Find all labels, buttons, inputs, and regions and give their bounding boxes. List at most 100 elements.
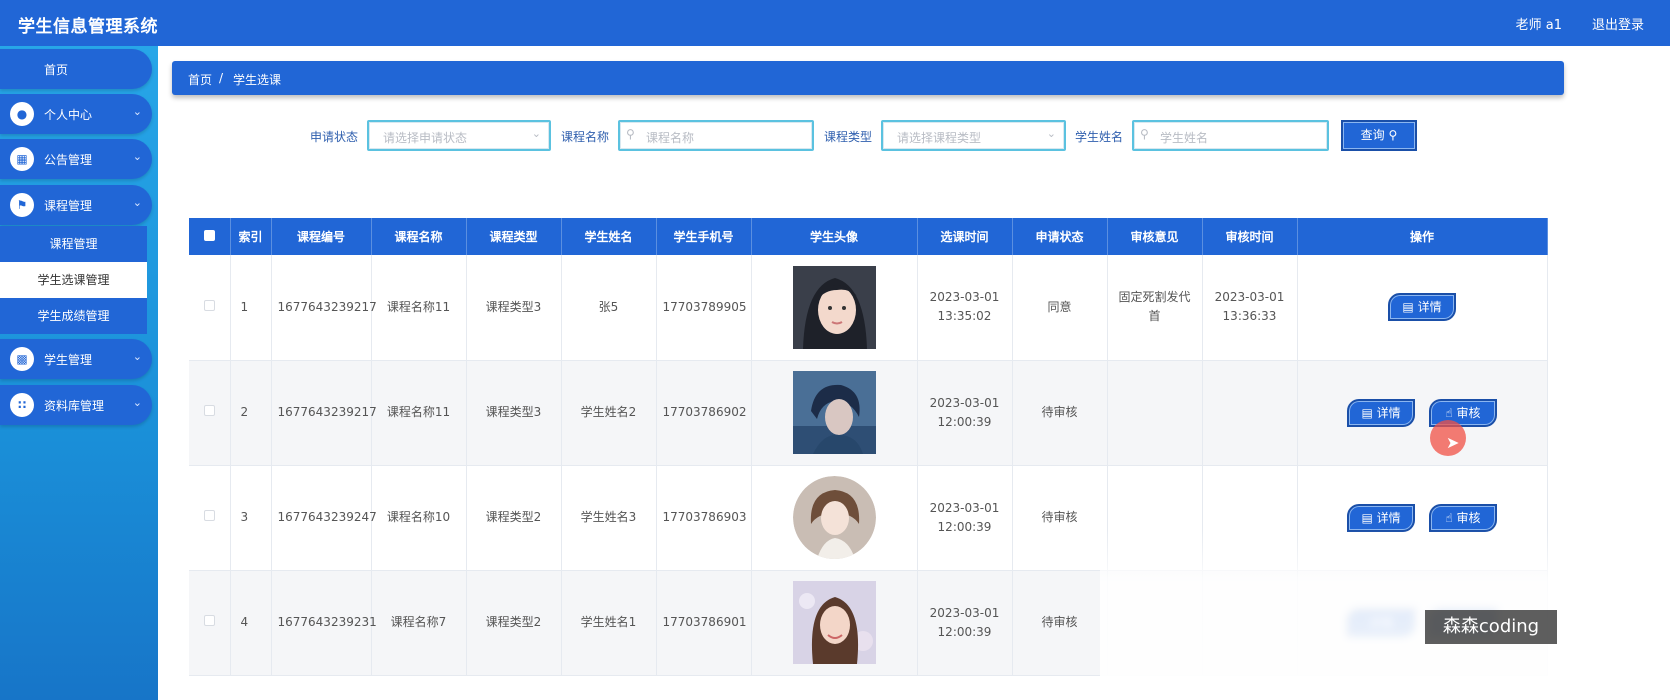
- student-name-placeholder: 学生姓名: [1160, 131, 1209, 145]
- phone-cell: 17703786901: [656, 570, 752, 676]
- thumbs-up-icon: ☝: [1445, 510, 1457, 525]
- sidebar-item-notice[interactable]: ▦ 公告管理 ⌄: [0, 139, 152, 179]
- detail-button[interactable]: ▤ 详情: [1388, 293, 1456, 322]
- search-icon: ⚲: [1388, 128, 1398, 142]
- search-icon: ⚲: [626, 127, 635, 141]
- status-select-placeholder: 请选择申请状态: [383, 131, 468, 145]
- thumbs-up-icon: ☝: [1445, 405, 1457, 420]
- select-time-cell: 2023-03-01 12:00:39: [917, 465, 1013, 571]
- column-header: 选课时间: [917, 218, 1013, 255]
- chevron-down-icon: ⌄: [132, 196, 142, 209]
- row-checkbox[interactable]: [203, 615, 215, 626]
- sidebar-item-library[interactable]: ∷ 资料库管理 ⌄: [0, 385, 152, 425]
- sidebar-item-student[interactable]: ▩ 学生管理 ⌄: [0, 339, 152, 379]
- watermark: 森森coding: [1425, 610, 1557, 644]
- column-header: 课程编号: [271, 218, 372, 255]
- submenu-course-selection[interactable]: 学生选课管理: [0, 262, 147, 298]
- row-select-cell: [189, 255, 231, 361]
- flag-icon: ⚑: [10, 193, 34, 217]
- sidebar-item-course[interactable]: ⚑ 课程管理 ⌄: [0, 185, 152, 225]
- document-icon: ▤: [1361, 405, 1377, 420]
- sidebar-item-label: 资料库管理: [44, 399, 105, 413]
- breadcrumb-home[interactable]: 首页: [188, 71, 212, 88]
- course-type-cell: 课程类型3: [466, 360, 562, 466]
- status-cell: 待审核: [1012, 570, 1108, 676]
- table-header-row: 索引 课程编号 课程名称 课程类型 学生姓名 学生手机号 学生头像 选课时间 申…: [189, 218, 1548, 255]
- column-header: 课程类型: [466, 218, 562, 255]
- column-header: 学生头像: [751, 218, 918, 255]
- chevron-down-icon: ⌄: [132, 150, 142, 163]
- monitor-icon: ▩: [10, 347, 34, 371]
- breadcrumb: 首页 / 学生选课: [172, 61, 1564, 95]
- row-checkbox[interactable]: [203, 299, 215, 311]
- student-name-input[interactable]: ⚲ 学生姓名: [1132, 120, 1329, 151]
- query-button-label: 查询: [1360, 128, 1385, 142]
- submenu-score-manage[interactable]: 学生成绩管理: [0, 298, 147, 334]
- course-name-cell: 课程名称10: [371, 465, 467, 571]
- avatar: [792, 265, 876, 349]
- select-time-cell: 2023-03-01 13:35:02: [917, 255, 1013, 361]
- chevron-down-icon: ⌄: [1046, 127, 1056, 140]
- status-select[interactable]: 请选择申请状态 ⌄: [367, 120, 551, 151]
- avatar-cell: [751, 360, 918, 466]
- avatar-cell: [751, 570, 918, 676]
- actions-cell: ▤ 详情: [1297, 255, 1548, 361]
- row-checkbox[interactable]: [203, 405, 215, 416]
- review-button[interactable]: ☝ 审核: [1428, 503, 1497, 532]
- phone-cell: 17703789905: [656, 255, 752, 361]
- review-button-label: 审核: [1456, 510, 1481, 525]
- breadcrumb-separator: /: [219, 71, 224, 85]
- chevron-down-icon: ⌄: [531, 127, 541, 140]
- select-all-checkbox[interactable]: [203, 229, 215, 241]
- sidebar-item-home[interactable]: 首页: [0, 49, 152, 89]
- course-type-select[interactable]: 请选择课程类型 ⌄: [881, 120, 1066, 151]
- current-user[interactable]: 老师 a1: [1516, 14, 1562, 33]
- review-button-label: 审核: [1456, 405, 1481, 420]
- avatar: [792, 581, 876, 664]
- opinion-cell: [1107, 360, 1203, 466]
- index-cell: 1: [230, 255, 272, 361]
- course-code-cell: 1677643239231: [271, 570, 377, 676]
- index-cell: 4: [230, 570, 272, 676]
- sidebar: 首页 ● 个人中心 ⌄ ▦ 公告管理 ⌄ ⚑ 课程管理 ⌄ 课程管理 学生选课管…: [0, 46, 158, 700]
- course-name-input[interactable]: ⚲ 课程名称: [618, 120, 814, 151]
- phone-cell: 17703786902: [656, 360, 752, 466]
- grid-icon: ▦: [10, 147, 34, 171]
- course-name-cell: 课程名称11: [371, 360, 467, 466]
- column-header: 索引: [230, 218, 272, 255]
- course-type-cell: 课程类型2: [466, 465, 562, 571]
- course-code-cell: 1677643239247: [271, 465, 377, 571]
- course-type-placeholder: 请选择课程类型: [897, 131, 982, 145]
- actions-cell: ▤ 详情 ☝ 审核: [1297, 360, 1548, 466]
- detail-button[interactable]: ▤ 详情: [1347, 398, 1416, 427]
- sidebar-item-label: 公告管理: [44, 153, 93, 167]
- column-header: 审核意见: [1107, 218, 1203, 255]
- course-type-cell: 课程类型3: [466, 255, 562, 361]
- logout-link[interactable]: 退出登录: [1592, 14, 1644, 33]
- avatar-cell: [751, 465, 918, 571]
- status-cell: 同意: [1012, 255, 1108, 361]
- avatar-cell: [751, 255, 918, 361]
- detail-button[interactable]: ▤ 详情: [1347, 503, 1416, 532]
- chevron-down-icon: ⌄: [132, 350, 142, 363]
- course-name-placeholder: 课程名称: [646, 131, 695, 145]
- column-header: 操作: [1297, 218, 1548, 255]
- column-header: 申请状态: [1012, 218, 1108, 255]
- select-all-cell: [189, 218, 231, 255]
- search-icon: ⚲: [1140, 127, 1149, 141]
- course-filter-label: 课程名称: [561, 130, 610, 144]
- sidebar-item-personal[interactable]: ● 个人中心 ⌄: [0, 94, 152, 134]
- index-cell: 3: [230, 465, 272, 571]
- submenu-course-manage[interactable]: 课程管理: [0, 226, 147, 262]
- status-cell: 待审核: [1012, 360, 1108, 466]
- query-button[interactable]: 查询 ⚲: [1341, 120, 1417, 151]
- course-code-cell: 1677643239217: [271, 255, 377, 361]
- avatar: [792, 476, 876, 559]
- row-select-cell: [189, 465, 231, 571]
- detail-button-label: 详情: [1417, 300, 1442, 315]
- video-fade-overlay: [1100, 530, 1670, 700]
- row-checkbox[interactable]: [203, 510, 215, 521]
- top-bar: 学生信息管理系统 老师 a1 退出登录: [0, 0, 1670, 46]
- status-filter-label: 申请状态: [310, 130, 359, 144]
- sidebar-item-label: 学生管理: [44, 353, 93, 367]
